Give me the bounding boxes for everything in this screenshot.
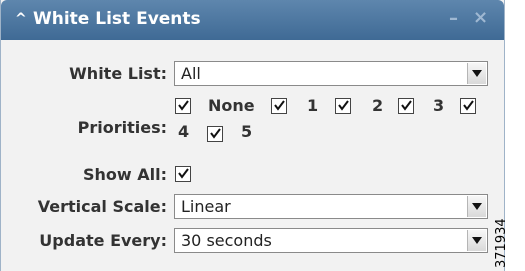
vertical-scale-select[interactable]: Linear: [174, 194, 488, 219]
priority-3-checkbox[interactable]: [398, 98, 414, 114]
vertical-scale-value: Linear: [181, 197, 231, 216]
priority-1-checkbox[interactable]: [271, 98, 287, 114]
priority-none-label: None: [208, 96, 255, 115]
priority-4-checkbox[interactable]: [460, 98, 476, 114]
chevron-down-icon[interactable]: [467, 63, 486, 84]
close-icon[interactable]: ×: [473, 7, 488, 28]
minimize-icon[interactable]: –: [449, 8, 458, 29]
panel-title: White List Events: [33, 9, 201, 29]
vertical-scale-label: Vertical Scale:: [37, 197, 167, 216]
show-all-checkbox[interactable]: [175, 166, 191, 182]
chevron-down-icon[interactable]: [467, 230, 486, 251]
update-every-value: 30 seconds: [181, 231, 272, 250]
priority-2-checkbox[interactable]: [335, 98, 351, 114]
white-list-events-panel: ^ White List Events – × White List: All …: [0, 0, 505, 271]
update-every-select[interactable]: 30 seconds: [174, 228, 488, 253]
white-list-label: White List:: [69, 64, 167, 83]
priority-3-label: 3: [433, 96, 445, 115]
priority-5-checkbox[interactable]: [207, 126, 223, 142]
priorities-label: Priorities:: [77, 118, 167, 137]
priority-2-label: 2: [372, 96, 384, 115]
priority-4-label: 4: [178, 122, 190, 141]
show-all-label: Show All:: [82, 165, 167, 184]
priority-5-label: 5: [241, 122, 253, 141]
update-every-label: Update Every:: [39, 231, 167, 250]
white-list-value: All: [181, 64, 201, 83]
panel-titlebar: ^ White List Events – ×: [1, 0, 504, 40]
figure-code: 371934: [494, 218, 509, 268]
caret-up-icon[interactable]: ^: [15, 11, 27, 27]
chevron-down-icon[interactable]: [467, 196, 486, 217]
priority-none-checkbox[interactable]: [175, 98, 191, 114]
white-list-select[interactable]: All: [174, 61, 488, 86]
priority-1-label: 1: [307, 96, 319, 115]
